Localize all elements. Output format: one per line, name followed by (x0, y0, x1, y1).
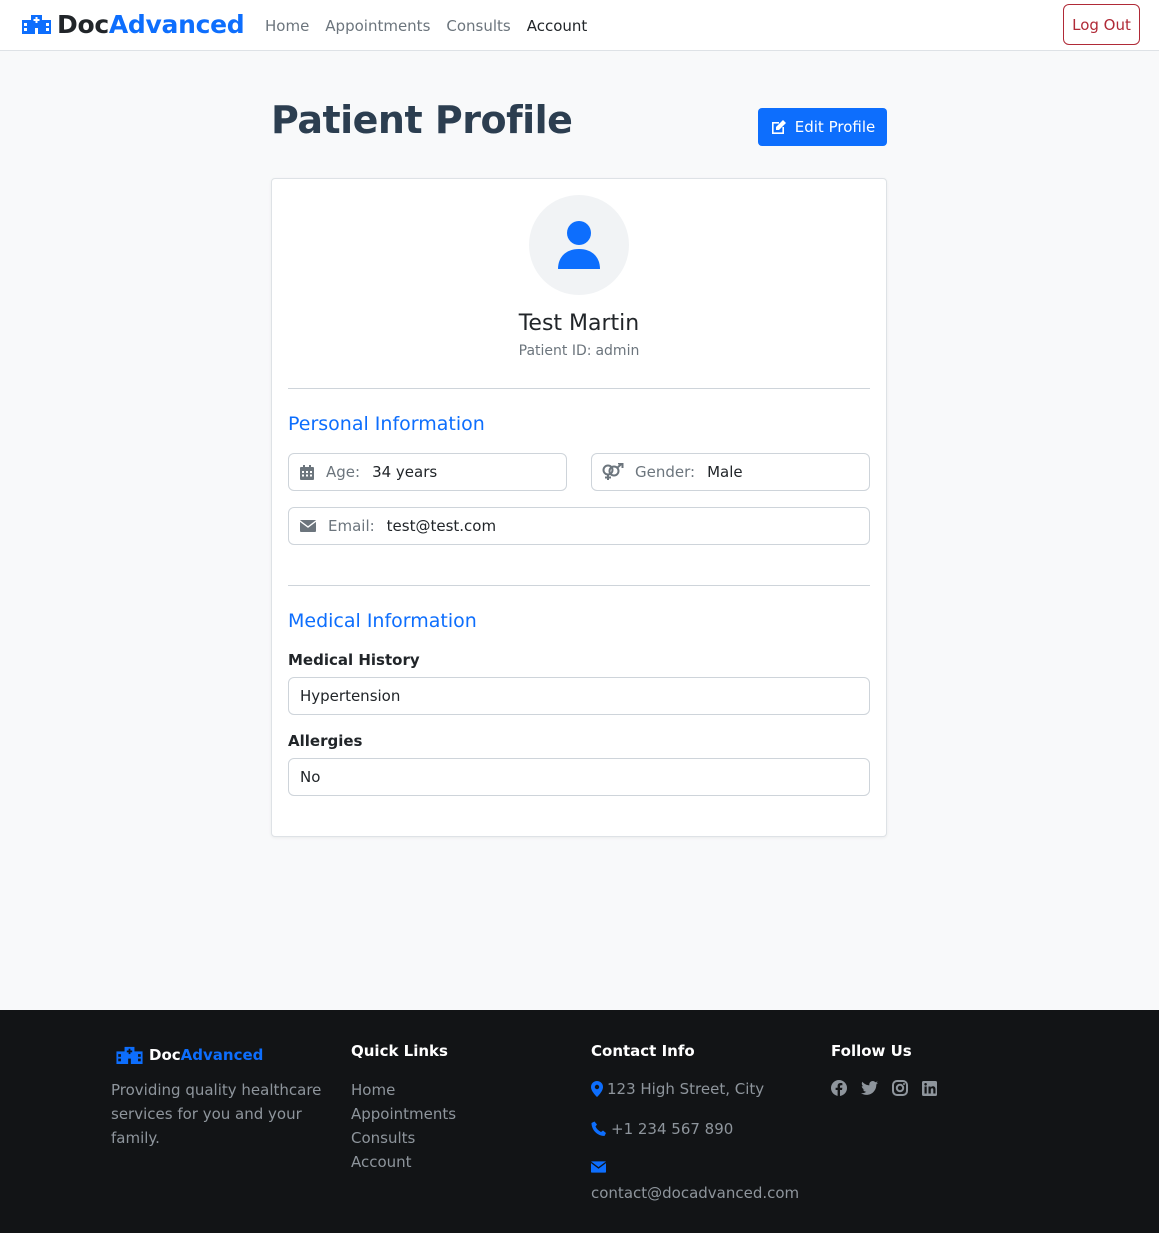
follow-heading: Follow Us (831, 1042, 912, 1060)
email-label: Email: (328, 517, 375, 535)
social-icons (831, 1080, 951, 1096)
medical-history-label: Medical History (288, 651, 420, 669)
footer-brand-name: DocAdvanced (149, 1046, 264, 1064)
edit-icon (771, 120, 786, 134)
facebook-icon[interactable] (831, 1080, 847, 1096)
age-value: 34 years (372, 463, 438, 481)
hospital-icon (22, 15, 51, 34)
twitter-icon[interactable] (861, 1081, 878, 1095)
envelope-icon (591, 1161, 606, 1173)
linkedin-icon[interactable] (922, 1080, 937, 1096)
footer-description: Providing quality healthcare services fo… (111, 1081, 322, 1147)
divider (288, 388, 870, 389)
nav-link-home[interactable]: Home (265, 17, 309, 35)
map-marker-icon (591, 1081, 603, 1097)
medical-history-field: Hypertension (288, 677, 870, 715)
footer: DocAdvanced Providing quality healthcare… (0, 1010, 1159, 1233)
footer-link-account[interactable]: Account (351, 1150, 456, 1174)
contact-phone: +1 234 567 890 (591, 1120, 733, 1138)
age-label: Age: (326, 463, 361, 481)
nav-links: Home Appointments Consults Account (265, 0, 603, 51)
divider (288, 585, 870, 586)
email-value: test@test.com (386, 517, 497, 535)
patient-id: Patient ID: admin (518, 343, 640, 359)
profile-card: Test Martin Patient ID: admin Personal In… (271, 178, 887, 837)
email-field: Email: test@test.com (288, 507, 870, 545)
gender-value: Male (707, 463, 743, 481)
nav-link-appointments[interactable]: Appointments (325, 17, 430, 35)
footer-brand[interactable]: DocAdvanced (115, 1046, 263, 1064)
footer-link-home[interactable]: Home (351, 1078, 456, 1102)
page-title: Patient Profile (271, 98, 573, 142)
age-field: Age: 34 years (288, 453, 567, 491)
envelope-icon (299, 518, 317, 534)
avatar (529, 195, 629, 295)
contact-email-icon-row (591, 1161, 610, 1173)
patient-name: Test Martin (518, 311, 640, 336)
calendar-icon (299, 464, 315, 480)
edit-profile-button[interactable]: Edit Profile (758, 108, 887, 146)
nav-link-consults[interactable]: Consults (446, 17, 510, 35)
quick-links-heading: Quick Links (351, 1042, 448, 1060)
personal-info-heading: Personal Information (288, 413, 485, 435)
contact-email-text[interactable]: contact@docadvanced.com (591, 1184, 799, 1202)
quick-links: Home Appointments Consults Account (351, 1078, 456, 1174)
allergies-field: No (288, 758, 870, 796)
edit-profile-label: Edit Profile (794, 118, 876, 136)
brand-name: DocAdvanced (57, 9, 245, 39)
user-icon (558, 221, 600, 269)
footer-link-consults[interactable]: Consults (351, 1126, 456, 1150)
contact-email: contact@docadvanced.com (591, 1184, 799, 1202)
nav-link-account[interactable]: Account (527, 17, 588, 35)
contact-phone-text: +1 234 567 890 (611, 1120, 734, 1138)
medical-info-heading: Medical Information (288, 610, 477, 632)
instagram-icon[interactable] (892, 1080, 908, 1096)
gender-field: Gender: Male (591, 453, 870, 491)
footer-link-appointments[interactable]: Appointments (351, 1102, 456, 1126)
gender-label: Gender: (635, 463, 696, 481)
allergies-label: Allergies (288, 732, 363, 750)
venus-mars-icon (602, 463, 624, 480)
logout-button[interactable]: Log Out (1063, 4, 1140, 45)
contact-address-text: 123 High Street, City (607, 1080, 765, 1098)
contact-heading: Contact Info (591, 1042, 695, 1060)
brand-logo[interactable]: DocAdvanced (22, 8, 245, 40)
hospital-icon (116, 1046, 143, 1064)
navbar: DocAdvanced Home Appointments Consults A… (0, 0, 1159, 51)
contact-address: 123 High Street, City (591, 1080, 764, 1098)
phone-icon (591, 1121, 606, 1136)
